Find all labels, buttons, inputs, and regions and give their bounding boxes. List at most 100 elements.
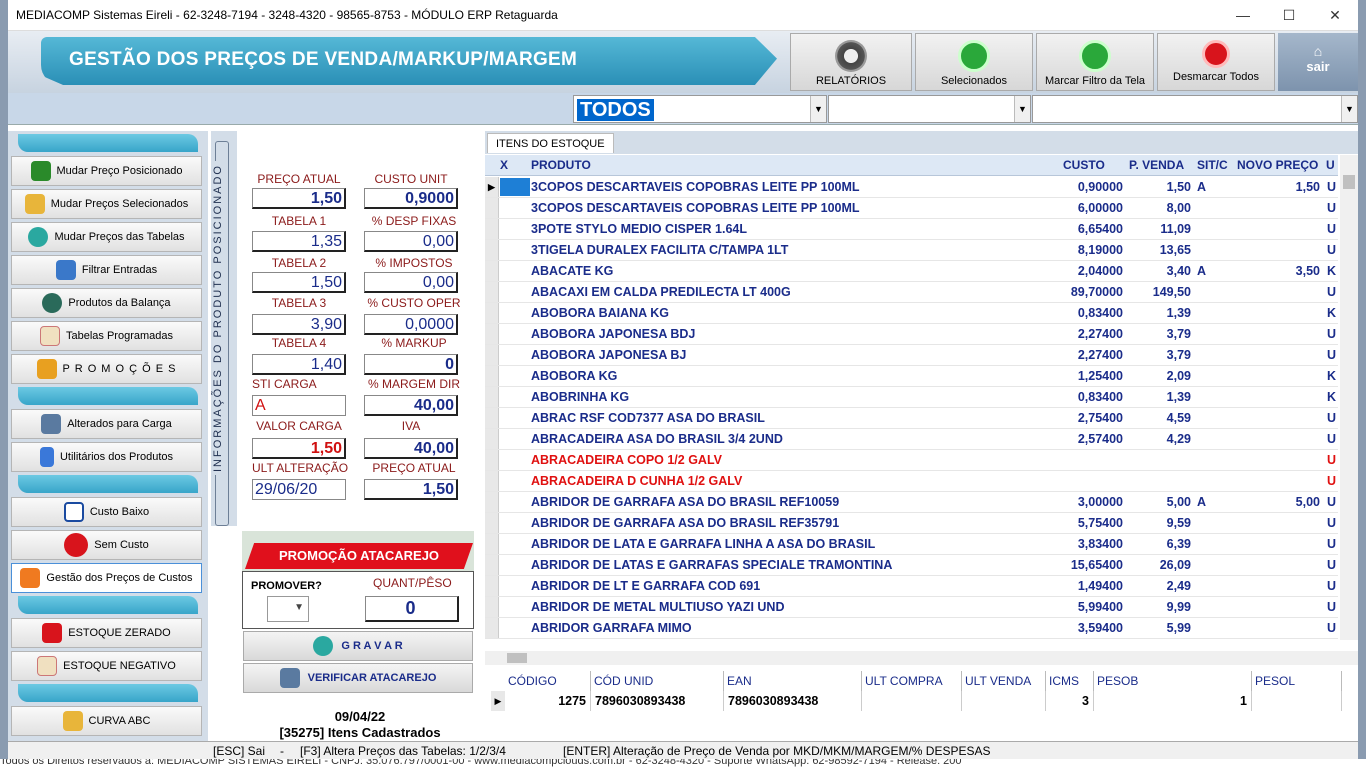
row-select-cell[interactable] <box>500 430 530 448</box>
cell-u: U <box>1327 558 1337 572</box>
nav-mudar-precos-tabelas[interactable]: Mudar Preços das Tabelas <box>11 222 202 252</box>
table-row[interactable]: ABOBORA KG 1,25400 2,09 K <box>485 366 1338 387</box>
row-select-cell[interactable] <box>500 577 530 595</box>
col-sitc[interactable]: SIT/C <box>1197 158 1228 172</box>
row-select-cell[interactable] <box>500 367 530 385</box>
nav-promocoes[interactable]: P R O M O Ç Õ E S <box>11 354 202 384</box>
custo-oper-input[interactable]: 0,0000 <box>364 314 458 335</box>
tabela3-input[interactable]: 3,90 <box>252 314 346 335</box>
table-row[interactable]: ABOBRINHA KG 0,83400 1,39 K <box>485 387 1338 408</box>
table-row[interactable]: 3COPOS DESCARTAVEIS COPOBRAS LEITE PP 10… <box>485 198 1338 219</box>
minimize-button[interactable]: — <box>1220 0 1266 30</box>
maximize-button[interactable]: ☐ <box>1266 0 1312 30</box>
scroll-thumb[interactable] <box>507 653 527 663</box>
col-custo[interactable]: CUSTO <box>1063 158 1105 172</box>
margem-dir-input[interactable]: 40,00 <box>364 395 458 416</box>
row-select-cell[interactable] <box>500 472 530 490</box>
nav-alterados-carga[interactable]: Alterados para Carga <box>11 409 202 439</box>
promover-select[interactable]: ▼ <box>267 596 309 622</box>
nav-filtrar-entradas[interactable]: Filtrar Entradas <box>11 255 202 285</box>
table-row[interactable]: ABRIDOR GARRAFA MIMO 3,59400 5,99 U <box>485 618 1338 639</box>
impostos-input[interactable]: 0,00 <box>364 272 458 293</box>
row-select-cell[interactable] <box>500 451 530 469</box>
desp-fixas-input[interactable]: 0,00 <box>364 231 458 252</box>
table-row[interactable]: 3TIGELA DURALEX FACILITA C/TAMPA 1LT 8,19… <box>485 240 1338 261</box>
tabela1-input[interactable]: 1,35 <box>252 231 346 252</box>
nav-sem-custo[interactable]: Sem Custo <box>11 530 202 560</box>
relatorios-button[interactable]: RELATÓRIOS <box>790 33 912 91</box>
row-select-cell[interactable] <box>500 283 530 301</box>
vertical-scrollbar[interactable] <box>1340 155 1358 640</box>
row-select-cell[interactable] <box>500 619 530 637</box>
nav-utilitarios-produtos[interactable]: Utilitários dos Produtos <box>11 442 202 472</box>
desmarcar-todos-button[interactable]: Desmarcar Todos <box>1157 33 1275 91</box>
table-row[interactable]: ABRIDOR DE GARRAFA ASA DO BRASIL REF3579… <box>485 513 1338 534</box>
col-produto[interactable]: PRODUTO <box>531 158 591 172</box>
row-select-cell[interactable] <box>500 178 530 196</box>
row-select-cell[interactable] <box>500 388 530 406</box>
table-row[interactable]: ABACATE KG 2,04000 3,40 A 3,50 K <box>485 261 1338 282</box>
table-row[interactable]: ABRIDOR DE LT E GARRAFA COD 691 1,49400 2,… <box>485 576 1338 597</box>
marcar-filtro-button[interactable]: Marcar Filtro da Tela <box>1036 33 1154 91</box>
table-row[interactable]: ABOBORA BAIANA KG 0,83400 1,39 K <box>485 303 1338 324</box>
table-row[interactable]: ABRAC RSF COD7377 ASA DO BRASIL 2,75400 4,… <box>485 408 1338 429</box>
col-pvenda[interactable]: P. VENDA <box>1129 158 1184 172</box>
nav-custo-baixo[interactable]: Custo Baixo <box>11 497 202 527</box>
nav-mudar-preco-posicionado[interactable]: Mudar Preço Posicionado <box>11 156 202 186</box>
nav-tabelas-programadas[interactable]: Tabelas Programadas <box>11 321 202 351</box>
row-select-cell[interactable] <box>500 325 530 343</box>
horizontal-scrollbar[interactable] <box>485 651 1358 665</box>
table-row[interactable]: 3POTE STYLO MEDIO CISPER 1.64L 6,65400 11,… <box>485 219 1338 240</box>
table-row[interactable]: ABRACADEIRA ASA DO BRASIL 3/4 2UND 2,5740… <box>485 429 1338 450</box>
nav-produtos-balanca[interactable]: Produtos da Balança <box>11 288 202 318</box>
row-select-cell[interactable] <box>500 220 530 238</box>
scroll-thumb[interactable] <box>1343 175 1355 189</box>
table-row[interactable]: ABOBORA JAPONESA BDJ 2,27400 3,79 U <box>485 324 1338 345</box>
exit-button[interactable]: ⌂ sair <box>1278 33 1358 91</box>
col-x[interactable]: X <box>500 158 508 172</box>
row-indicator-icon <box>485 597 499 617</box>
detail-ult-compra <box>862 691 962 711</box>
row-select-cell[interactable] <box>500 241 530 259</box>
markup-input[interactable]: 0 <box>364 354 458 375</box>
nav-estoque-negativo[interactable]: ESTOQUE NEGATIVO <box>11 651 202 681</box>
nav-curva-abc[interactable]: CURVA ABC <box>11 706 202 736</box>
table-row[interactable]: ABACAXI EM CALDA PREDILECTA LT 400G 89,70… <box>485 282 1338 303</box>
markup-label: % MARKUP <box>381 336 447 350</box>
row-select-cell[interactable] <box>500 556 530 574</box>
table-row[interactable]: ABRIDOR DE LATAS E GARRAFAS SPECIALE TRA… <box>485 555 1338 576</box>
col-novo-preco[interactable]: NOVO PREÇO <box>1237 158 1318 172</box>
col-u[interactable]: U <box>1326 158 1335 172</box>
gravar-button[interactable]: G R A V A R <box>243 631 473 661</box>
tabela4-input[interactable]: 1,40 <box>252 354 346 375</box>
nav-mudar-precos-selecionados[interactable]: Mudar Preços Selecionados <box>11 189 202 219</box>
row-select-cell[interactable] <box>500 514 530 532</box>
table-row[interactable]: ABRACADEIRA COPO 1/2 GALV U <box>485 450 1338 471</box>
row-select-cell[interactable] <box>500 199 530 217</box>
quant-input[interactable]: 0 <box>365 596 459 622</box>
nav-gestao-precos-custos[interactable]: Gestão dos Preços de Custos <box>11 563 202 593</box>
tab-itens-estoque[interactable]: ITENS DO ESTOQUE <box>487 133 614 153</box>
verificar-atacarejo-button[interactable]: VERIFICAR ATACAREJO <box>243 663 473 693</box>
row-select-cell[interactable] <box>500 346 530 364</box>
row-select-cell[interactable] <box>500 598 530 616</box>
tabela2-input[interactable]: 1,50 <box>252 272 346 293</box>
table-row[interactable]: ABRIDOR DE GARRAFA ASA DO BRASIL REF1005… <box>485 492 1338 513</box>
row-select-cell[interactable] <box>500 535 530 553</box>
table-row[interactable]: ABRACADEIRA D CUNHA 1/2 GALV U <box>485 471 1338 492</box>
filter-dropdown-3[interactable]: ▼ <box>1032 95 1358 123</box>
table-row[interactable]: ABRIDOR DE METAL MULTIUSO YAZI UND 5,9940… <box>485 597 1338 618</box>
filter-dropdown-2[interactable]: ▼ <box>828 95 1031 123</box>
selecionados-button[interactable]: Selecionados <box>915 33 1033 91</box>
close-button[interactable]: ✕ <box>1312 0 1358 30</box>
row-select-cell[interactable] <box>500 409 530 427</box>
row-select-cell[interactable] <box>500 262 530 280</box>
cell-u: U <box>1327 222 1337 236</box>
table-row[interactable]: ▶ 3COPOS DESCARTAVEIS COPOBRAS LEITE PP 1… <box>485 177 1338 198</box>
filter-dropdown-todos[interactable]: TODOS ▼ <box>573 95 827 123</box>
table-row[interactable]: ABRIDOR DE LATA E GARRAFA LINHA A ASA DO… <box>485 534 1338 555</box>
row-select-cell[interactable] <box>500 304 530 322</box>
row-select-cell[interactable] <box>500 493 530 511</box>
table-row[interactable]: ABOBORA JAPONESA BJ 2,27400 3,79 U <box>485 345 1338 366</box>
nav-estoque-zerado[interactable]: ESTOQUE ZERADO <box>11 618 202 648</box>
